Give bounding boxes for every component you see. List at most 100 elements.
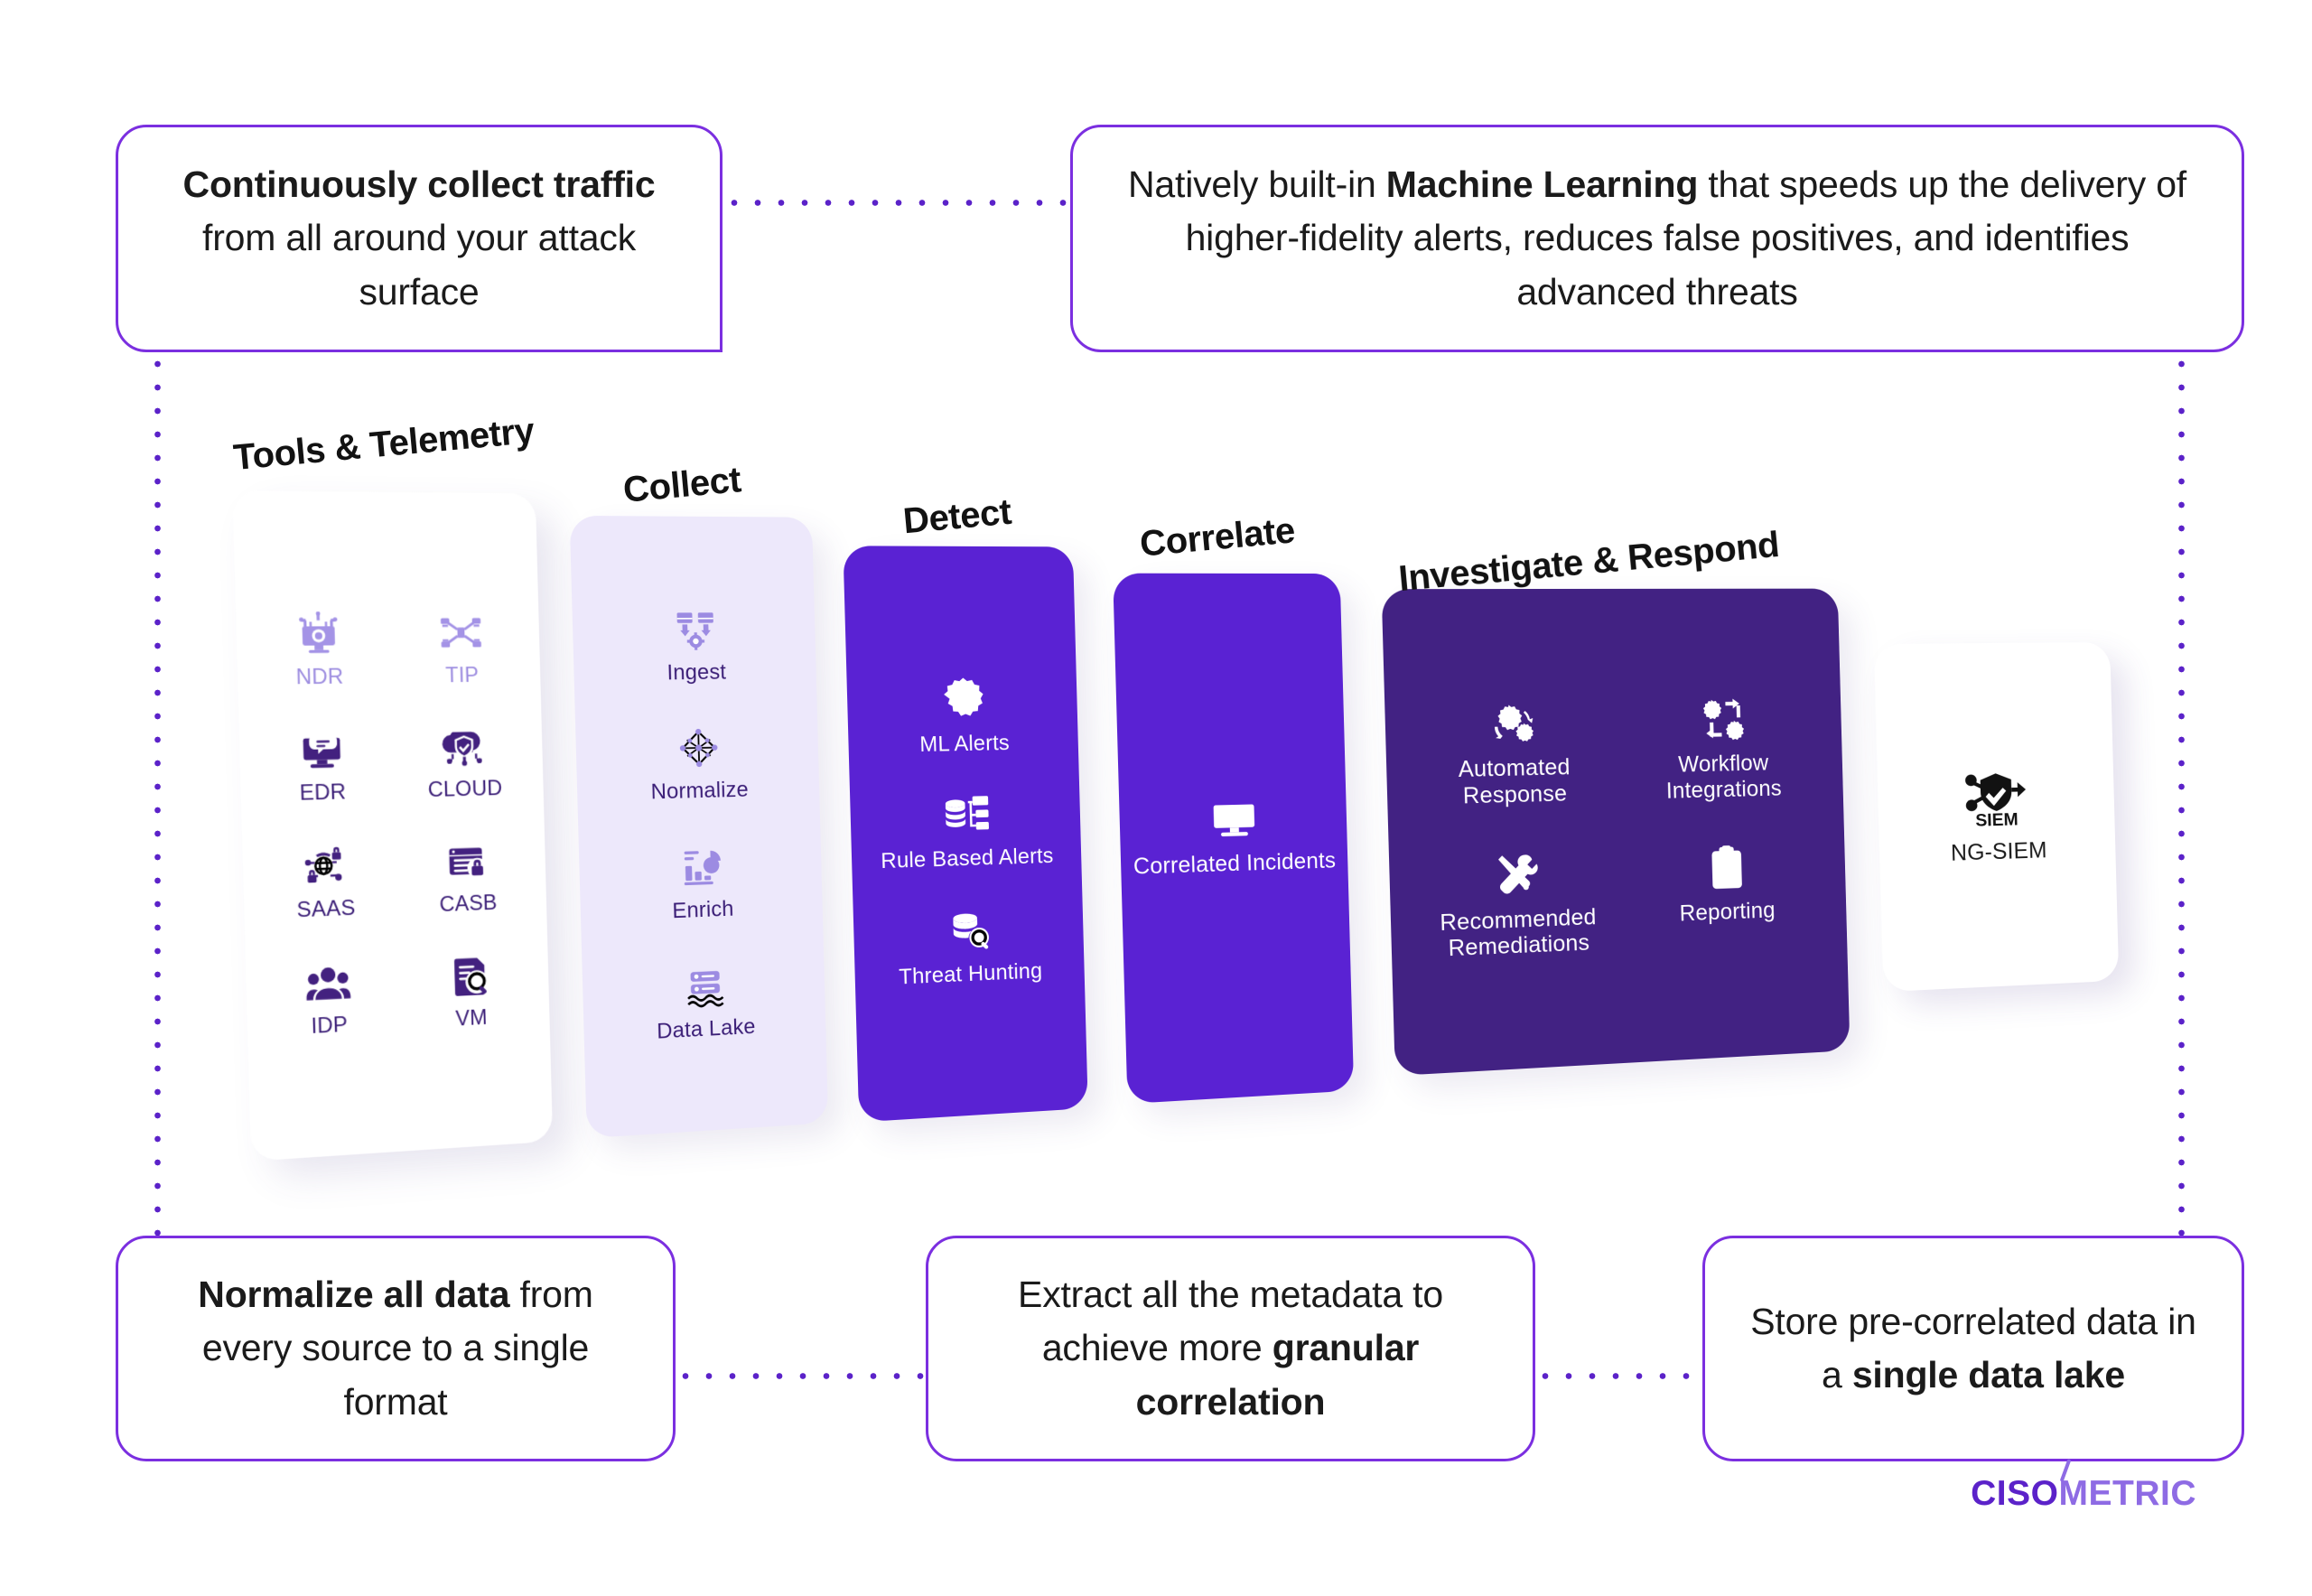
tile-label: SAAS	[296, 895, 356, 923]
tools-icon-grid: NDR TIP EDR CLOUD SAAS CASB IDP VM	[236, 609, 550, 1042]
detect-icon-list: ML Alerts Rule Based Alerts Threat Hunting	[846, 674, 1085, 992]
threat-intel-nodes-icon	[437, 609, 484, 656]
tile-reporting[interactable]: Reporting	[1627, 841, 1825, 955]
ml-alert-gear-icon	[939, 675, 989, 724]
tile-cloud[interactable]: CLOUD	[400, 723, 528, 804]
card-collect: Ingest Normalize Enrich Data Lake	[569, 515, 829, 1139]
tile-vm[interactable]: VM	[406, 949, 535, 1033]
data-lake-icon	[682, 961, 730, 1010]
vulnerability-scan-icon	[447, 951, 494, 1000]
tile-label: NDR	[295, 664, 344, 690]
normalize-graph-icon	[675, 724, 722, 772]
tile-label: NG-SIEM	[1950, 836, 2048, 866]
endpoint-monitor-icon	[297, 725, 346, 773]
callout-bold-text: Normalize all data	[198, 1274, 510, 1316]
tile-data-lake[interactable]: Data Lake	[655, 960, 756, 1044]
tile-label: Reporting	[1679, 897, 1776, 926]
tile-rule-based-alerts[interactable]: Rule Based Alerts	[879, 789, 1054, 874]
tile-workflow-integrations[interactable]: Workflow Integrations	[1623, 695, 1822, 805]
tile-ml-alerts[interactable]: ML Alerts	[918, 675, 1010, 757]
network-detection-monitor-icon	[294, 610, 343, 658]
card-investigate-respond: Automated Response Workflow Integrations R…	[1381, 588, 1851, 1077]
casb-browser-lock-icon	[443, 837, 490, 885]
stage-title-collect: Collect	[621, 460, 743, 510]
callout-bold-text: Machine Learning	[1385, 163, 1699, 206]
investigate-icon-grid: Automated Response Workflow Integrations R…	[1384, 695, 1847, 965]
tile-edr[interactable]: EDR	[256, 725, 388, 807]
tile-automated-response[interactable]: Automated Response	[1409, 697, 1617, 810]
logo-metric-label: METRIC	[2058, 1474, 2196, 1513]
tile-label: Correlated Incidents	[1133, 847, 1337, 880]
diagram-canvas: Continuously collect traffic from all ar…	[0, 0, 2312, 1596]
tile-label: Workflow Integrations	[1665, 750, 1783, 804]
collect-icon-list: Ingest Normalize Enrich Data Lake	[572, 605, 825, 1048]
saas-globe-lock-icon	[301, 842, 349, 891]
svg-text:SIEM: SIEM	[1975, 809, 2018, 830]
callout-continuously-collect: Continuously collect traffic from all ar…	[116, 125, 722, 352]
automated-response-gears-icon	[1488, 698, 1539, 749]
callout-bold-text: Continuously collect traffic	[182, 163, 656, 206]
tile-ingest[interactable]: Ingest	[665, 606, 726, 686]
callout-text: from all around your attack surface	[202, 217, 636, 313]
callout-bold-text: single data lake	[1851, 1354, 2125, 1395]
cloud-shield-icon	[441, 723, 488, 771]
logo-text-metric: METRIC	[2058, 1459, 2197, 1514]
tile-label: EDR	[299, 779, 347, 807]
cisometric-logo: CISO METRIC	[1971, 1459, 2197, 1514]
correlated-incidents-monitor-icon	[1210, 794, 1260, 844]
connector-right-vertical	[2178, 352, 2185, 1237]
tile-tip[interactable]: TIP	[396, 609, 525, 688]
tile-label: TIP	[444, 662, 480, 688]
callout-machine-learning: Natively built-in Machine Learning that …	[1070, 125, 2244, 352]
tile-label: Automated Response	[1458, 754, 1571, 809]
tile-label: Normalize	[650, 778, 750, 805]
stage-title-correlate: Correlate	[1138, 510, 1297, 565]
tile-label: Rule Based Alerts	[880, 844, 1054, 874]
logo-text-ciso: CISO	[1971, 1474, 2059, 1513]
tile-correlated-incidents[interactable]: Correlated Incidents	[1132, 792, 1337, 880]
tile-enrich[interactable]: Enrich	[670, 843, 734, 924]
card-tools-telemetry: NDR TIP EDR CLOUD SAAS CASB IDP VM	[232, 490, 554, 1162]
tile-label: ML Alerts	[918, 730, 1011, 757]
tile-ng-siem[interactable]: SIEM NG-SIEM	[1948, 763, 2047, 866]
card-ng-siem: SIEM NG-SIEM	[1873, 641, 2120, 993]
reporting-clipboard-icon	[1702, 843, 1750, 892]
identity-users-icon	[304, 957, 352, 1007]
ingest-gear-icon	[672, 606, 720, 653]
tile-threat-hunting[interactable]: Threat Hunting	[897, 903, 1043, 990]
workflow-integrations-icon	[1698, 695, 1746, 744]
callout-single-data-lake: Store pre-correlated data in a single da…	[1702, 1236, 2244, 1461]
remediation-tools-icon	[1492, 849, 1543, 900]
connector-bottom-left-horizontal	[674, 1373, 928, 1379]
tile-label: IDP	[311, 1012, 349, 1039]
tile-label: VM	[455, 1004, 489, 1031]
tile-saas[interactable]: SAAS	[259, 840, 392, 924]
tile-idp[interactable]: IDP	[262, 956, 394, 1041]
siem-shield-icon: SIEM	[1963, 764, 2031, 833]
tile-label: CLOUD	[427, 776, 503, 803]
callout-extract-metadata: Extract all the metadata to achieve more…	[926, 1236, 1535, 1461]
card-detect: ML Alerts Rule Based Alerts Threat Hunting	[843, 546, 1088, 1123]
tile-ndr[interactable]: NDR	[252, 610, 385, 691]
threat-hunting-search-icon	[946, 905, 995, 956]
connector-left-vertical	[154, 352, 161, 1237]
connector-bottom-right-horizontal	[1534, 1373, 1705, 1379]
tile-label: Recommended Remediations	[1439, 903, 1597, 962]
tile-normalize[interactable]: Normalize	[649, 724, 750, 806]
tile-label: Data Lake	[656, 1013, 756, 1044]
tile-recommended-remediations[interactable]: Recommended Remediations	[1413, 847, 1621, 964]
connector-top-horizontal	[722, 200, 1073, 206]
card-correlate: Correlated Incidents	[1113, 573, 1355, 1105]
rule-based-database-icon	[942, 790, 992, 840]
tile-label: Threat Hunting	[898, 958, 1043, 990]
tile-casb[interactable]: CASB	[403, 836, 531, 919]
stage-title-tools-telemetry: Tools & Telemetry	[231, 410, 536, 479]
enrich-chart-icon	[678, 843, 726, 891]
stage-title-detect: Detect	[901, 491, 1013, 542]
callout-normalize-all-data: Normalize all data from every source to …	[116, 1236, 676, 1461]
tile-label: Ingest	[667, 659, 727, 686]
callout-text-pre: Natively built-in	[1128, 163, 1386, 206]
correlate-icon-list: Correlated Incidents	[1119, 792, 1348, 881]
tile-label: Enrich	[672, 896, 734, 924]
tile-label: CASB	[439, 890, 498, 918]
